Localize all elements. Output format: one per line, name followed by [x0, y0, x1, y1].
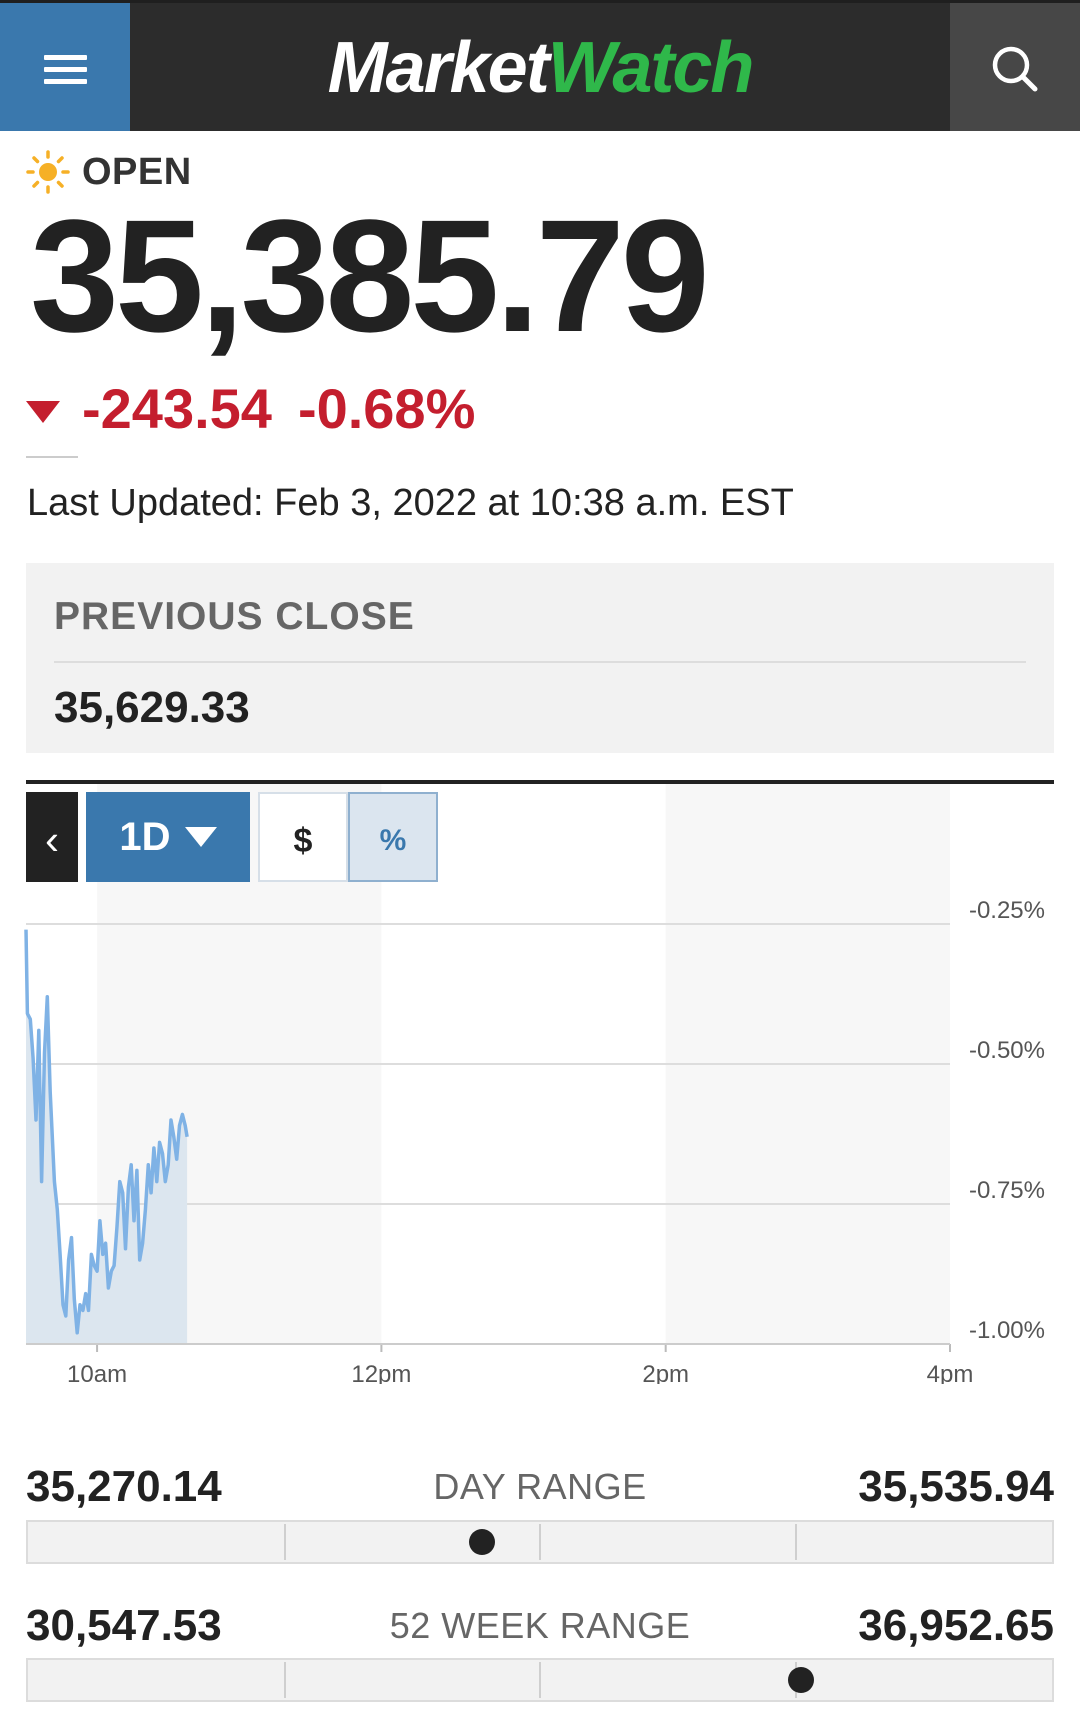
divider — [54, 661, 1026, 663]
logo-watch: Watch — [547, 28, 755, 108]
day-range-high: 35,535.94 — [858, 1462, 1054, 1511]
chart-dollar-toggle[interactable]: $ — [258, 792, 348, 882]
y-tick-label: -0.50% — [969, 1037, 1045, 1064]
caret-down-icon — [184, 827, 217, 847]
chart-percent-toggle[interactable]: % — [348, 792, 438, 882]
day-range-bar — [26, 1520, 1054, 1564]
logo-market: Market — [327, 28, 550, 108]
x-tick-label: 2pm — [642, 1361, 689, 1384]
day-range-marker — [468, 1529, 495, 1555]
week52-range-bar — [26, 1658, 1054, 1702]
range-divider — [539, 1662, 541, 1698]
range-divider — [284, 1524, 286, 1560]
search-button[interactable] — [950, 3, 1080, 131]
price-change: -243.54 -0.68% — [26, 376, 475, 441]
range-divider — [539, 1524, 541, 1560]
range-divider — [284, 1662, 286, 1698]
y-tick-label: -0.75% — [969, 1177, 1045, 1204]
chart-range-dropdown[interactable]: 1D — [86, 792, 250, 882]
down-triangle-icon — [26, 400, 60, 423]
change-points: -243.54 — [82, 377, 272, 440]
x-tick-label: 10am — [67, 1361, 127, 1384]
x-tick-label: 12pm — [351, 1361, 411, 1384]
x-tick-label: 4pm — [927, 1361, 974, 1384]
chart-back-button[interactable]: ‹ — [26, 792, 78, 882]
range-divider — [795, 1524, 797, 1560]
previous-close-value: 35,629.33 — [54, 683, 250, 732]
last-updated-timestamp: Last Updated: Feb 3, 2022 at 10:38 a.m. … — [27, 482, 794, 524]
marketwatch-logo[interactable]: MarketWatch — [0, 27, 1080, 109]
week52-range-marker — [788, 1667, 815, 1693]
site-header: MarketWatch — [0, 0, 1080, 131]
y-tick-label: -1.00% — [969, 1317, 1045, 1344]
last-price: 35,385.79 — [30, 186, 710, 365]
week52-range-high: 36,952.65 — [858, 1601, 1054, 1650]
search-icon — [992, 46, 1038, 92]
divider — [26, 456, 78, 458]
previous-close-label: PREVIOUS CLOSE — [54, 595, 415, 638]
previous-close-panel: PREVIOUS CLOSE 35,629.33 — [26, 563, 1054, 753]
change-percent: -0.68% — [297, 377, 476, 440]
y-tick-label: -0.25% — [969, 897, 1045, 924]
chart-range-label: 1D — [119, 814, 171, 859]
